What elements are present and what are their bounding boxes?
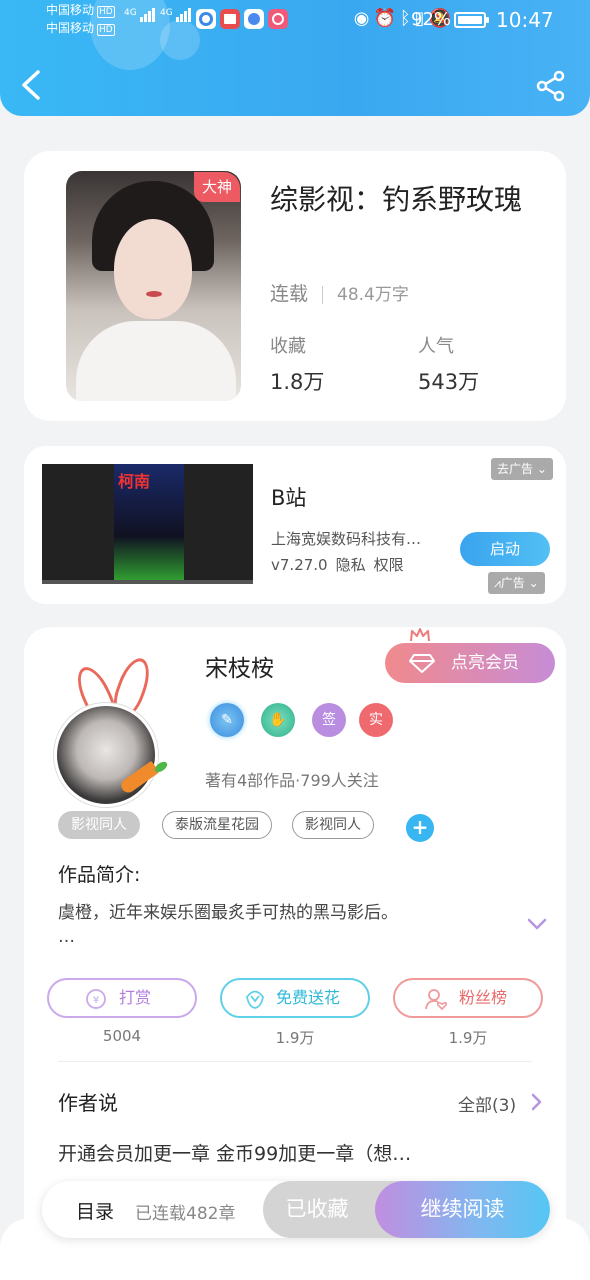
clock: 10:47	[496, 8, 554, 32]
browser-app-icon	[196, 9, 216, 29]
eye-icon: ◉	[353, 8, 374, 29]
bottom-action-bar: 目录 已连载482章 已收藏 继续阅读	[42, 1181, 550, 1238]
crown-icon	[410, 628, 430, 642]
send-flower-label: 免费送花	[276, 988, 341, 1007]
tag-item[interactable]: 影视同人	[58, 811, 140, 839]
serial-status: 连载	[270, 283, 309, 305]
carrier-1: 中国移动 HD	[46, 3, 115, 18]
intro-ellipsis: …	[58, 927, 75, 947]
fan-count: 1.9万	[448, 1029, 488, 1047]
book-title: 综影视：钓系野玫瑰	[270, 183, 523, 216]
ad-app-name: B站	[271, 486, 307, 510]
social-app-icon	[268, 9, 288, 29]
svg-text:¥: ¥	[93, 995, 99, 1006]
tip-button[interactable]: ¥ 打赏	[47, 978, 197, 1018]
vip-label: 点亮会员	[451, 653, 519, 673]
add-tag-button[interactable]: +	[406, 814, 434, 842]
coin-icon: ¥	[86, 989, 106, 1009]
status-bar: 中国移动 HD 中国移动 HD 4G 4G ◉⏰ᛒ▯🔕 92% 10:47	[0, 0, 590, 42]
header: 中国移动 HD 中国移动 HD 4G 4G ◉⏰ᛒ▯🔕 92% 10:47	[0, 0, 590, 116]
author-says-title: 作者说	[58, 1091, 118, 1115]
remove-ad-button[interactable]: 去广告 ⌄	[491, 458, 553, 480]
ad-version: v7.27.0	[271, 556, 328, 574]
send-flower-button[interactable]: 免费送花	[220, 978, 370, 1018]
share-icon[interactable]	[535, 70, 567, 102]
battery-percent: 92%	[411, 9, 452, 30]
tag-item[interactable]: 影视同人	[292, 811, 374, 839]
divider	[58, 1061, 532, 1062]
ad-privacy-link[interactable]: 隐私	[336, 556, 366, 574]
author-avatar[interactable]	[54, 653, 194, 807]
popularity-label: 人气	[418, 336, 454, 357]
flower-icon	[246, 990, 264, 1009]
chapter-count[interactable]: 已连载482章	[135, 1199, 235, 1224]
ad-permissions-link[interactable]: 权限	[374, 556, 404, 574]
writer-medal-icon[interactable]: ✎	[210, 703, 244, 737]
verified-medal[interactable]: 实	[359, 703, 393, 737]
signal-icon: 4G	[124, 8, 156, 22]
signal-icon: 4G	[160, 8, 192, 22]
tip-count: 5004	[102, 1027, 142, 1045]
ad-logo-icon: ⩘	[494, 576, 501, 590]
ad-version-line: v7.27.0 隐私 权限	[271, 554, 412, 575]
flower-count: 1.9万	[275, 1029, 315, 1047]
handshake-medal-icon[interactable]: ✋	[261, 703, 295, 737]
tip-label: 打赏	[119, 988, 152, 1007]
book-app-icon	[220, 9, 240, 29]
carrier-2: 中国移动 HD	[46, 21, 115, 36]
ad-label[interactable]: ⩘广告 ⌄	[488, 572, 545, 594]
popularity-value: 543万	[418, 370, 480, 394]
alarm-icon: ⏰	[373, 8, 400, 29]
chevron-right-icon[interactable]	[530, 1093, 542, 1111]
book-cover[interactable]	[66, 171, 241, 401]
battery-icon	[454, 12, 489, 28]
ad-company: 上海宽娱数码科技有…	[271, 530, 422, 548]
tag-item[interactable]: 泰版流星花园	[162, 811, 272, 839]
chevron-down-icon[interactable]	[526, 917, 548, 931]
fan-ranking-label: 粉丝榜	[459, 988, 508, 1007]
intro-text: 虞橙，近年来娱乐圈最炙手可热的黑马影后。	[58, 903, 398, 923]
author-says-all-link[interactable]: 全部(3)	[458, 1091, 516, 1116]
favorites-value: 1.8万	[270, 370, 325, 394]
author-card: 宋枝桉 点亮会员 ✎ ✋ 签 实 著有4部作品·799人关注 影视同人 泰版流星…	[24, 627, 566, 1227]
music-app-icon	[244, 9, 264, 29]
user-heart-icon	[425, 989, 447, 1010]
author-stats: 著有4部作品·799人关注	[205, 771, 379, 790]
ad-poster-title: 柯南	[118, 472, 151, 491]
avatar[interactable]	[54, 703, 158, 807]
author-says-text[interactable]: 开通会员加更一章 金币99加更一章（想…	[58, 1139, 411, 1166]
fan-ranking-button[interactable]: 粉丝榜	[393, 978, 543, 1018]
back-arrow-icon[interactable]	[18, 68, 48, 102]
toc-button[interactable]: 目录	[76, 1197, 114, 1224]
ad-image[interactable]: 柯南	[42, 464, 253, 584]
start-app-button[interactable]: 启动	[460, 532, 550, 566]
book-info-card: 大神 综影视：钓系野玫瑰 连载 48.4万字 收藏 1.8万 人气 543万	[24, 151, 566, 421]
dashen-badge: 大神	[194, 172, 240, 202]
diamond-icon	[409, 654, 435, 673]
ad-card[interactable]: 柯南 去广告 ⌄ B站 上海宽娱数码科技有… v7.27.0 隐私 权限 启动 ⩘广…	[24, 446, 566, 604]
continue-reading-button[interactable]: 继续阅读	[375, 1181, 550, 1238]
favorites-label: 收藏	[270, 336, 306, 357]
book-meta: 连载 48.4万字	[270, 279, 409, 306]
vip-button[interactable]: 点亮会员	[385, 643, 555, 683]
author-name[interactable]: 宋枝桉	[205, 649, 274, 683]
signed-medal[interactable]: 签	[312, 703, 346, 737]
word-count: 48.4万字	[337, 285, 409, 305]
intro-title: 作品简介:	[58, 864, 141, 886]
